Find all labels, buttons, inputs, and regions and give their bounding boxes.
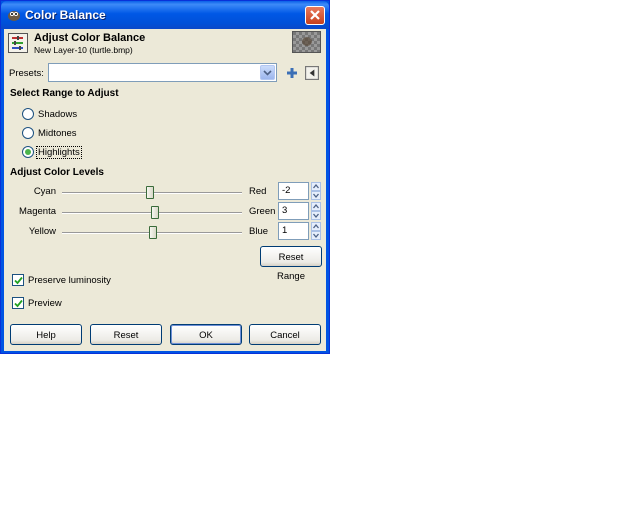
checkmark-icon [14, 276, 23, 285]
spin-up-icon[interactable] [311, 182, 321, 191]
level-value-input[interactable]: 3 [278, 202, 309, 220]
range-heading: Select Range to Adjust [10, 88, 119, 99]
cancel-button[interactable]: Cancel [249, 324, 321, 345]
level-slider-handle[interactable] [150, 206, 159, 219]
shadows-radio[interactable] [22, 108, 34, 120]
shadows-label[interactable]: Shadows [38, 109, 77, 120]
level-slider-handle[interactable] [148, 226, 157, 239]
layer-thumbnail [292, 31, 321, 53]
midtones-label[interactable]: Midtones [38, 128, 77, 139]
midtones-radio[interactable] [22, 127, 34, 139]
level-left-label: Magenta [19, 206, 56, 217]
preserve-luminosity-checkbox[interactable] [12, 274, 24, 286]
color-balance-window: Color Balance Adjust Color Balance New L… [0, 0, 330, 354]
preserve-luminosity-label[interactable]: Preserve luminosity [28, 275, 111, 286]
chevron-down-icon[interactable] [260, 65, 275, 80]
presets-label: Presets: [9, 68, 44, 79]
dialog-body: Adjust Color Balance New Layer-10 (turtl… [4, 29, 326, 351]
level-left-label: Cyan [33, 186, 56, 197]
checkmark-icon [14, 299, 23, 308]
window-title: Color Balance [25, 8, 106, 22]
highlights-radio[interactable] [22, 146, 34, 158]
level-right-label: Green [249, 206, 276, 217]
level-right-label: Red [249, 186, 267, 197]
highlights-label[interactable]: Highlights [36, 146, 82, 159]
spin-buttons[interactable] [311, 182, 321, 200]
preview-label[interactable]: Preview [28, 298, 62, 309]
level-left-label: Yellow [28, 226, 56, 237]
color-balance-icon [8, 33, 28, 53]
levels-heading: Adjust Color Levels [10, 167, 104, 178]
spin-up-icon[interactable] [311, 202, 321, 211]
level-value-input[interactable]: 1 [278, 222, 309, 240]
preset-menu-icon[interactable] [305, 66, 319, 80]
level-value-input[interactable]: -2 [278, 182, 309, 200]
spin-down-icon[interactable] [311, 231, 321, 240]
ok-button[interactable]: OK [170, 324, 242, 345]
close-icon [310, 10, 320, 20]
title-bar[interactable]: Color Balance [1, 1, 329, 29]
preview-checkbox[interactable] [12, 297, 24, 309]
spin-down-icon[interactable] [311, 191, 321, 200]
reset-button[interactable]: Reset [90, 324, 162, 345]
level-slider-handle[interactable] [146, 186, 155, 199]
presets-combo[interactable] [48, 63, 277, 82]
close-button[interactable] [305, 6, 325, 25]
add-preset-icon[interactable] [285, 66, 299, 80]
spin-down-icon[interactable] [311, 211, 321, 220]
spin-buttons[interactable] [311, 222, 321, 240]
spin-up-icon[interactable] [311, 222, 321, 231]
dialog-heading: Adjust Color Balance [34, 32, 146, 44]
layer-name: New Layer-10 (turtle.bmp) [34, 45, 133, 55]
spin-buttons[interactable] [311, 202, 321, 220]
level-right-label: Blue [249, 226, 269, 237]
reset-range-button[interactable]: Reset Range [260, 246, 322, 282]
gimp-app-icon [8, 11, 20, 21]
help-button[interactable]: Help [10, 324, 82, 345]
